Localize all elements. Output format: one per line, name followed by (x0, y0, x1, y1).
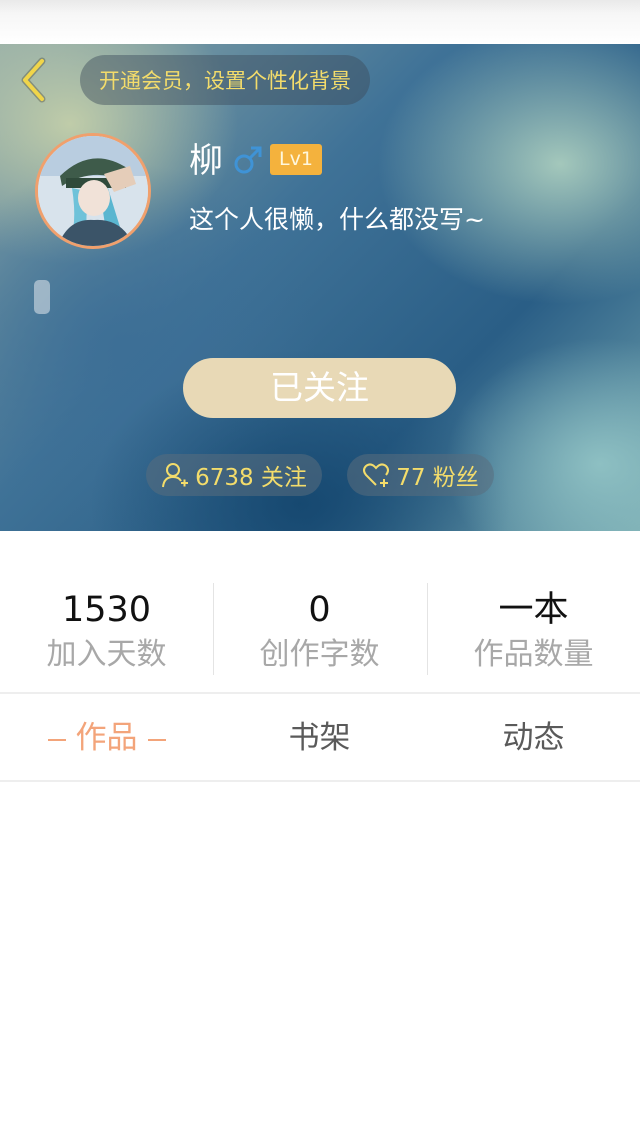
tab-works[interactable]: 作品 (0, 695, 213, 781)
stats-row: 1530 加入天数 0 创作字数 一本 作品数量 (0, 575, 640, 680)
avatar[interactable] (35, 133, 151, 249)
tabs-divider (0, 780, 640, 782)
stat-word-count: 0 创作字数 (213, 575, 426, 680)
fans-count-button[interactable]: 77 粉丝 (347, 454, 494, 496)
vip-background-button[interactable]: 开通会员，设置个性化背景 (80, 55, 370, 105)
chevron-left-icon (21, 57, 46, 103)
stat-divider (213, 583, 214, 675)
stat-value: 0 (308, 590, 331, 630)
stat-value: 一本 (498, 590, 569, 630)
tab-label: 书架 (288, 720, 351, 756)
user-add-icon (162, 463, 189, 488)
back-button[interactable] (14, 56, 54, 104)
level-badge: Lv1 (270, 144, 322, 175)
stat-label: 创作字数 (259, 637, 380, 672)
fans-count-label: 77 粉丝 (396, 465, 479, 491)
vip-prompt-label: 开通会员，设置个性化背景 (99, 69, 351, 93)
stat-label: 加入天数 (46, 637, 167, 672)
follow-button[interactable]: 已关注 (183, 358, 456, 418)
tab-label: 动态 (502, 720, 565, 756)
heart-add-icon (363, 463, 390, 487)
following-count-label: 6738 关注 (195, 465, 307, 491)
tab-activity[interactable]: 动态 (427, 695, 640, 781)
username: 柳 (189, 141, 223, 181)
signature-text: 这个人很懒，什么都没写~ (189, 205, 485, 234)
active-tab-dash (147, 738, 166, 741)
male-icon (234, 146, 262, 174)
active-tab-dash (47, 738, 66, 741)
stat-works-count: 一本 作品数量 (427, 575, 640, 680)
profile-header-background (0, 44, 640, 531)
stat-divider (427, 583, 428, 675)
side-handle (34, 280, 50, 314)
tab-label: 作品 (75, 720, 138, 756)
avatar-image (38, 136, 148, 246)
tab-bookshelf[interactable]: 书架 (213, 695, 426, 781)
stat-label: 作品数量 (473, 637, 594, 672)
stat-value: 1530 (61, 590, 152, 630)
stat-join-days: 1530 加入天数 (0, 575, 213, 680)
profile-tabs: 作品 书架 动态 (0, 695, 640, 781)
following-count-button[interactable]: 6738 关注 (146, 454, 322, 496)
status-bar (0, 0, 640, 44)
section-divider (0, 692, 640, 694)
